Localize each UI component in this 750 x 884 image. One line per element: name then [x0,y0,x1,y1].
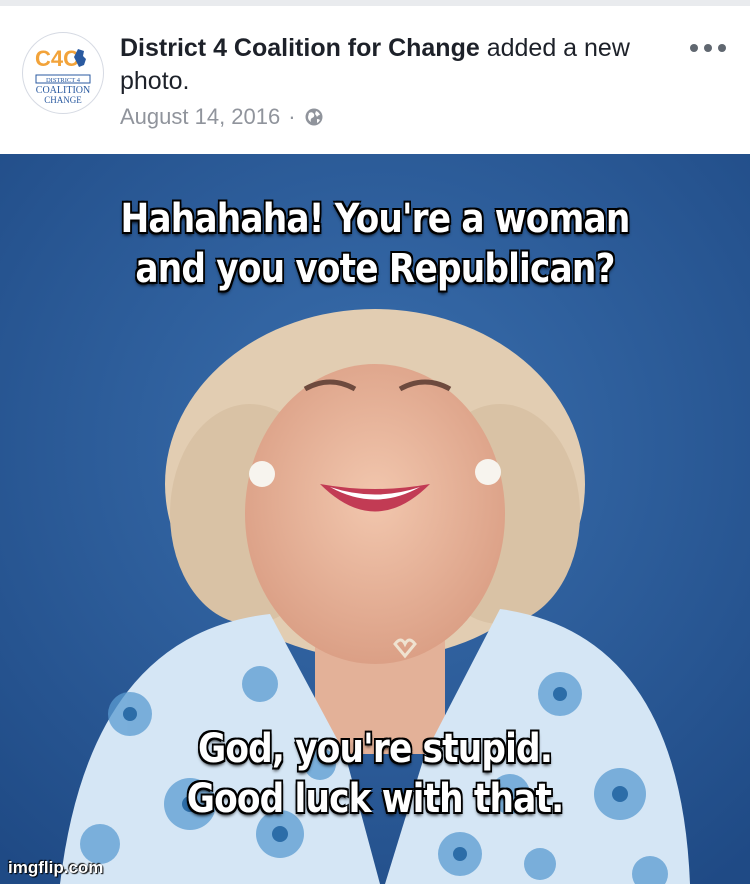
meme-top-line1: Hahahaha! You're a woman [120,196,631,242]
post-meta: August 14, 2016 · [120,104,324,130]
meme-bottom-line2: Good luck with that. [186,776,564,822]
post-date-link[interactable]: August 14, 2016 [120,104,280,130]
meme-top-caption: Hahahaha! You're a woman and you vote Re… [0,194,750,294]
post-header: C4C DISTRICT 4 COALITION CHANGE District… [0,6,750,154]
globe-icon[interactable] [304,107,324,127]
meme-bottom-caption: God, you're stupid. Good luck with that. [0,724,750,824]
avatar[interactable]: C4C DISTRICT 4 COALITION CHANGE [22,32,104,114]
meme-bottom-line1: God, you're stupid. [197,726,553,772]
author-link[interactable]: District 4 Coalition for Change [120,34,480,62]
post-title: District 4 Coalition for Change added a … [120,32,680,98]
ellipsis-icon-dot [690,44,698,52]
imgflip-watermark: imgflip.com [8,858,104,877]
logo-line3: CHANGE [44,95,82,105]
more-options-button[interactable] [690,38,726,58]
logo-line1: DISTRICT 4 [46,77,81,84]
ellipsis-icon-dot [704,44,712,52]
coalition-logo: C4C DISTRICT 4 COALITION CHANGE [24,34,102,112]
meme-top-line2: and you vote Republican? [135,246,615,292]
logo-monogram: C4C [35,46,79,71]
meta-separator: · [288,104,296,129]
ellipsis-icon-dot [718,44,726,52]
post-photo[interactable]: Hahahaha! You're a woman and you vote Re… [0,154,750,884]
